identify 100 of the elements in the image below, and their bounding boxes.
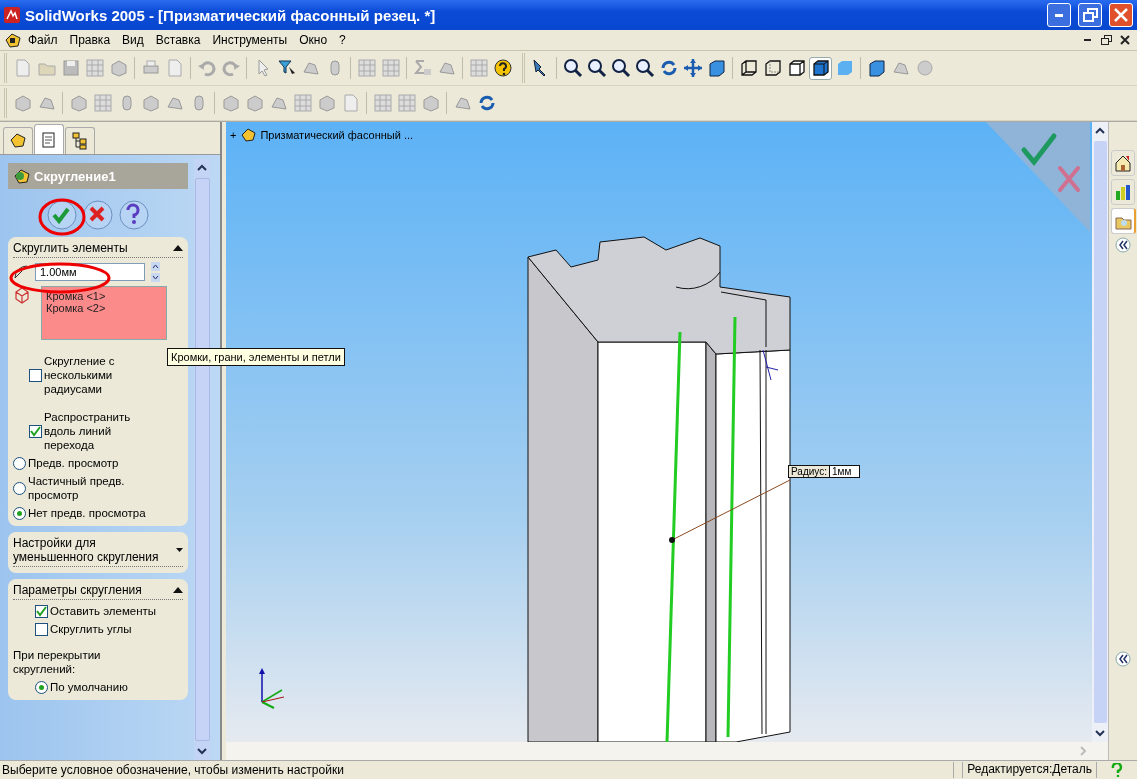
- callout-value[interactable]: 1мм: [830, 466, 860, 477]
- menu-item[interactable]: Вид: [116, 33, 150, 47]
- collapse-button[interactable]: [1115, 237, 1131, 253]
- help-button[interactable]: [491, 56, 514, 80]
- part-icon: [240, 127, 257, 143]
- grid-button[interactable]: [355, 56, 378, 80]
- window-title: SolidWorks 2005 - [Призматический фасонный резец. *]: [25, 6, 436, 24]
- restore-button[interactable]: [1098, 32, 1114, 48]
- zoom-button[interactable]: [609, 56, 632, 80]
- zoom-button[interactable]: [585, 56, 608, 80]
- part-icon: [8, 131, 28, 151]
- task-pane-tab[interactable]: [1111, 150, 1135, 176]
- ok-button[interactable]: [46, 199, 78, 231]
- section-title: Скруглить элементы: [13, 241, 128, 255]
- tree-item[interactable]: Призматический фасонный ...: [260, 129, 414, 141]
- selection-list[interactable]: Кромка <1> Кромка <2>: [41, 286, 167, 340]
- move-icon: [682, 58, 703, 78]
- grid-button[interactable]: [379, 56, 402, 80]
- panel-tab[interactable]: [3, 127, 33, 154]
- scrollbar[interactable]: [226, 742, 1108, 760]
- checkbox[interactable]: [29, 424, 42, 438]
- checkmark-icon: [30, 425, 41, 437]
- grid-button[interactable]: [371, 91, 394, 115]
- sigma-icon: [412, 58, 433, 78]
- radio-button[interactable]: [35, 680, 48, 694]
- list-item[interactable]: Кромка <2>: [46, 302, 162, 314]
- solid-icon: [244, 93, 265, 113]
- minimize-icon: [1055, 13, 1063, 17]
- tree-icon: [70, 131, 90, 151]
- checkbox[interactable]: [35, 622, 48, 636]
- option-label[interactable]: Скруглить углы: [50, 622, 132, 636]
- books-icon: [1114, 183, 1132, 201]
- option-label[interactable]: По умолчанию: [50, 680, 128, 694]
- option-label[interactable]: Нет предв. просмотра: [28, 506, 146, 520]
- option-label[interactable]: Распространить вдоль линий перехода: [44, 410, 144, 452]
- expand-icon[interactable]: [175, 546, 183, 554]
- radio-button[interactable]: [13, 481, 26, 495]
- list-item[interactable]: Кромка <1>: [46, 290, 162, 302]
- cube-icon: [706, 58, 727, 78]
- expand-toggle[interactable]: +: [230, 129, 237, 141]
- checkbox[interactable]: [35, 604, 48, 618]
- close-icon: [1114, 8, 1128, 22]
- checkbox[interactable]: [29, 368, 42, 382]
- cube-icon: [866, 58, 887, 78]
- zoom-button[interactable]: [633, 56, 656, 80]
- menu-item[interactable]: Вставка: [149, 33, 207, 47]
- move-button[interactable]: [681, 56, 704, 80]
- restore-icon: [1082, 8, 1098, 22]
- part-icon: [4, 31, 22, 49]
- menu-item[interactable]: Файл: [22, 33, 64, 47]
- zoom-icon: [562, 58, 583, 78]
- display-mode-button[interactable]: [809, 56, 832, 80]
- cancel-button[interactable]: [82, 199, 114, 231]
- spinner-arrows-icon: [151, 262, 160, 282]
- option-label[interactable]: Скругление с несколькими радиусами: [44, 354, 144, 396]
- grid-button[interactable]: [291, 91, 314, 115]
- cube-icon: [786, 58, 807, 78]
- grid-icon: [92, 93, 113, 113]
- fillet-icon: [13, 167, 31, 185]
- cube-icon: [762, 58, 783, 78]
- section-title: Настройки для уменьшенного скругления: [13, 536, 160, 564]
- grid-button[interactable]: [83, 56, 106, 80]
- grid-icon: [372, 93, 393, 113]
- panel-tab[interactable]: [65, 127, 95, 154]
- menu-item[interactable]: Правка: [63, 33, 117, 47]
- question-icon: [118, 199, 150, 231]
- menu-item[interactable]: Инструменты: [206, 33, 294, 47]
- question-icon: [1111, 763, 1123, 777]
- callout-label: Радиус:: [789, 466, 830, 477]
- zoom-icon: [634, 58, 655, 78]
- menu-item[interactable]: Окно: [293, 33, 334, 47]
- solid-icon: [12, 93, 33, 113]
- menu-item[interactable]: ?: [333, 33, 352, 47]
- solid-icon: [220, 93, 241, 113]
- zoom-icon: [586, 58, 607, 78]
- grid-button[interactable]: [395, 91, 418, 115]
- option-label[interactable]: Частичный предв. просмотр: [28, 474, 178, 502]
- option-label[interactable]: Оставить элементы: [50, 604, 157, 618]
- grid-button[interactable]: [91, 91, 114, 115]
- cross-icon: [82, 199, 114, 231]
- collapse-icon[interactable]: [173, 586, 183, 594]
- checkmark-icon[interactable]: [1021, 133, 1057, 166]
- spinner[interactable]: [151, 262, 160, 282]
- status-message: Выберите условное обозначение, чтобы изменить настройки: [2, 763, 344, 777]
- save-icon: [60, 58, 81, 78]
- collapse-icon[interactable]: [173, 244, 183, 252]
- cube-icon: [738, 58, 759, 78]
- radio-button[interactable]: [13, 456, 26, 470]
- grid-icon: [356, 58, 377, 78]
- option-label[interactable]: Предв. просмотр: [28, 456, 119, 470]
- zoom-button[interactable]: [561, 56, 584, 80]
- collapse-button[interactable]: [1115, 651, 1131, 667]
- grid-icon: [468, 58, 489, 78]
- solid-icon: [140, 93, 161, 113]
- dimension-callout[interactable]: Радиус: 1мм: [788, 465, 861, 478]
- scroll-thumb[interactable]: [1093, 141, 1107, 723]
- radio-button[interactable]: [13, 506, 26, 520]
- scrollbar[interactable]: [1092, 122, 1108, 742]
- minimize-icon: [1083, 39, 1091, 41]
- tooltip: Кромки, грани, элементы и петли: [167, 348, 345, 366]
